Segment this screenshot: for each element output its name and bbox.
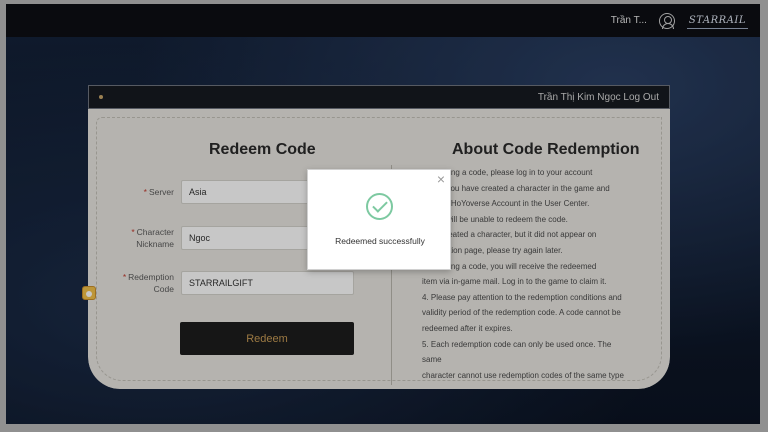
check-circle-icon	[366, 193, 393, 220]
close-icon[interactable]: ×	[437, 172, 445, 186]
success-message: Redeemed successfully	[335, 236, 425, 246]
success-modal: × Redeemed successfully	[307, 169, 451, 270]
